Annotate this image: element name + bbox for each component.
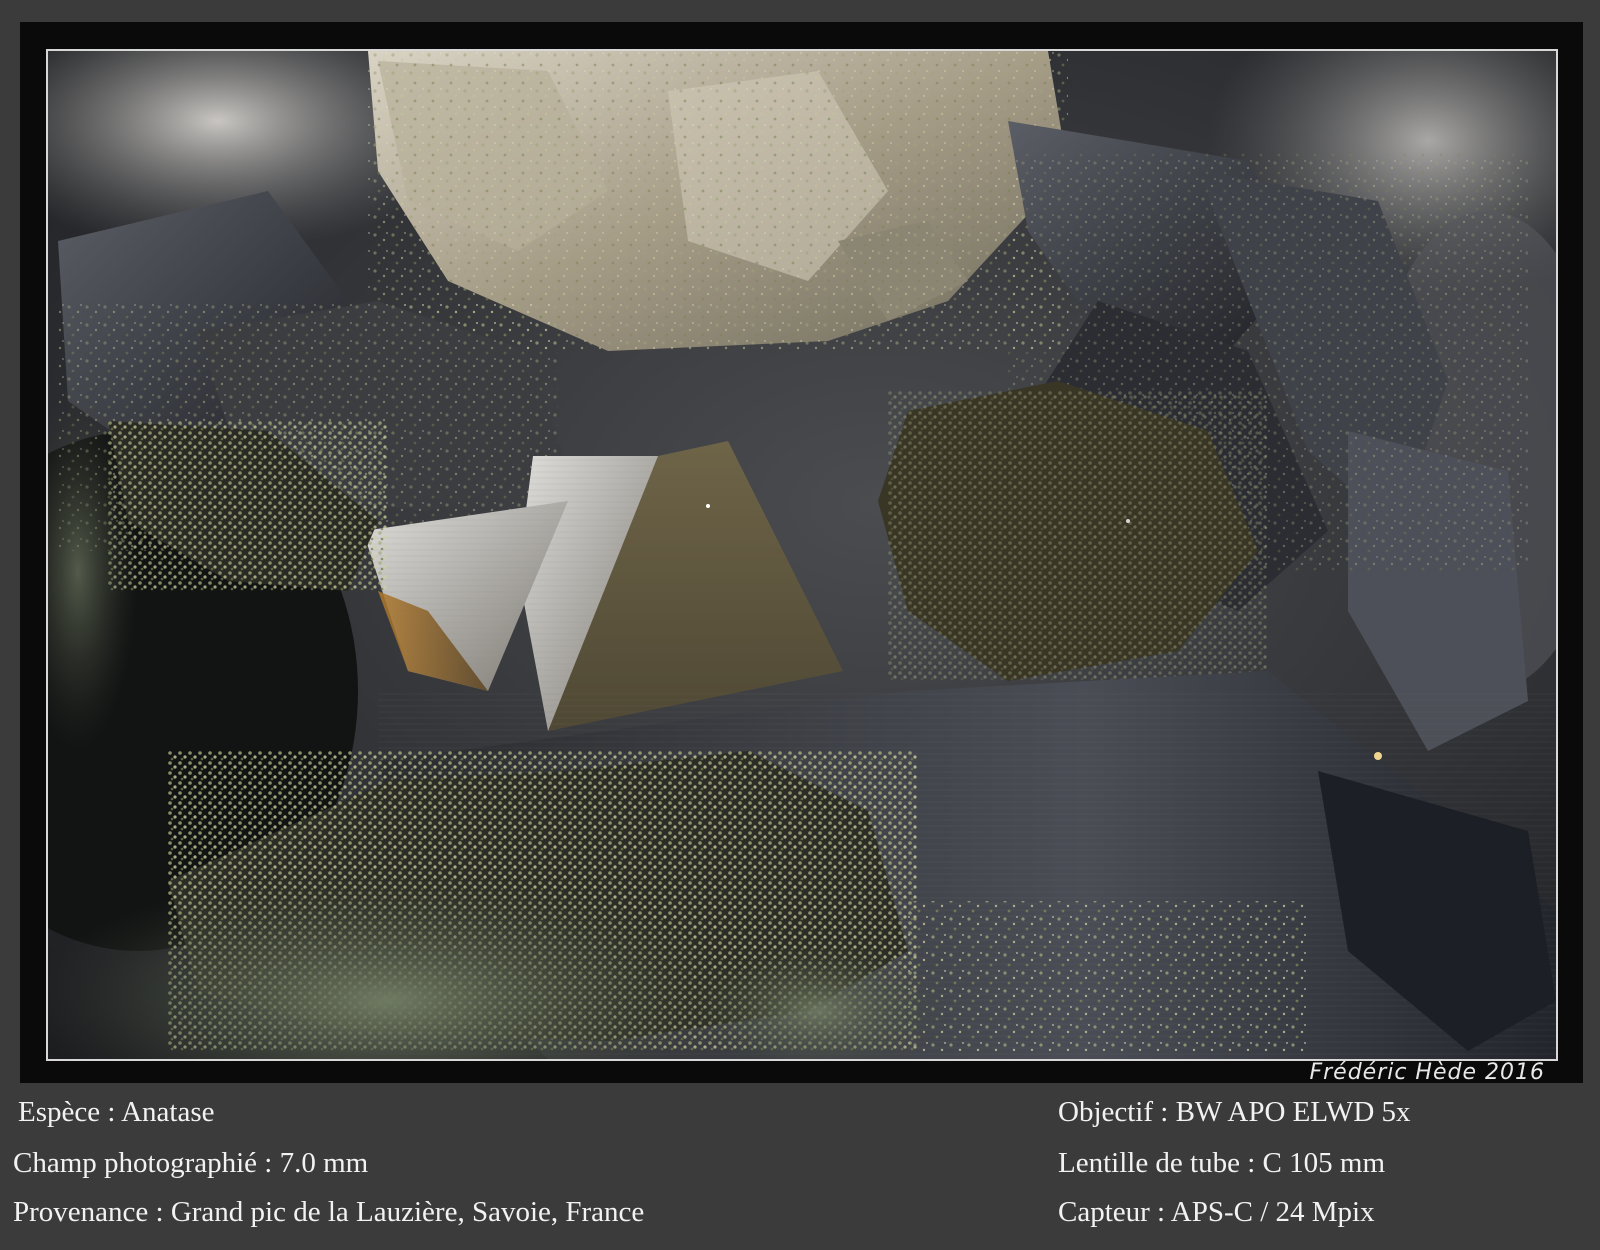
caption-sensor: Capteur : APS-C / 24 Mpix bbox=[1058, 1196, 1375, 1228]
caption-objective: Objectif : BW APO ELWD 5x bbox=[1058, 1096, 1411, 1128]
caption-species: Espèce : Anatase bbox=[18, 1096, 215, 1128]
mineral-photograph bbox=[46, 49, 1558, 1061]
caption-field-of-view: Champ photographié : 7.0 mm bbox=[13, 1147, 369, 1179]
caption-provenance: Provenance : Grand pic de la Lauzière, S… bbox=[13, 1196, 645, 1228]
caption-tube-lens: Lentille de tube : C 105 mm bbox=[1058, 1147, 1386, 1179]
anatase-crystal-image bbox=[48, 51, 1556, 1059]
photographer-signature: Frédéric Hède 2016 bbox=[1309, 1060, 1545, 1085]
